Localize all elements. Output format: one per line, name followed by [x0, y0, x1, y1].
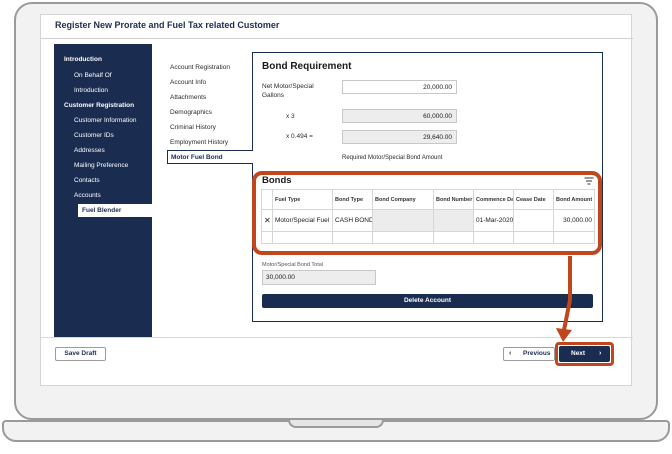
nav-item-introduction[interactable]: Introduction [74, 87, 108, 94]
title-divider [41, 38, 633, 39]
app-screen: Register New Prorate and Fuel Tax relate… [40, 14, 633, 386]
net-gallons-input[interactable]: 20,000.00 [342, 80, 457, 94]
rate-value: 29,640.00 [342, 130, 457, 144]
bond-requirement-heading: Bond Requirement [262, 61, 352, 72]
cell-bond-company [372, 209, 434, 232]
subnav-demographics[interactable]: Demographics [170, 109, 212, 116]
cell-bond-amount: 30,000.00 [553, 209, 595, 232]
column-header-bond-amount[interactable]: Bond Amount [553, 189, 595, 210]
empty-cell [261, 231, 273, 244]
empty-cell [332, 231, 373, 244]
bond-total-value: 30,000.00 [262, 270, 376, 285]
delete-account-button[interactable]: Delete Account [262, 294, 593, 308]
footer-divider [41, 337, 633, 338]
tab-join [252, 151, 254, 163]
column-header-remove [261, 189, 273, 210]
bonds-table: Fuel Type Bond Type Bond Company Bond Nu… [261, 189, 595, 244]
previous-button-label: Previous [523, 350, 551, 357]
empty-cell [473, 231, 514, 244]
filter-icon[interactable] [584, 177, 594, 185]
next-button-label: Next [571, 350, 586, 357]
subnav-motor-fuel-bond-label: Motor Fuel Bond [171, 154, 223, 161]
column-header-cease-date[interactable]: Cease Date [513, 189, 554, 210]
nav-item-customer-information[interactable]: Customer Information [74, 117, 137, 124]
nav-item-addresses[interactable]: Addresses [74, 147, 105, 154]
subnav-attachments[interactable]: Attachments [170, 94, 206, 101]
chevron-right-icon: › [599, 350, 602, 357]
rate-label: x 0.494 = [286, 133, 313, 140]
required-bond-amount-label: Required Motor/Special Bond Amount [342, 155, 443, 161]
nav-item-fuel-blender[interactable]: Fuel Blender [78, 204, 152, 217]
previous-button[interactable]: ‹ Previous [503, 347, 555, 361]
column-header-bond-type[interactable]: Bond Type [332, 189, 373, 210]
cell-cease-date [513, 209, 554, 232]
subnav-account-info[interactable]: Account Info [170, 79, 206, 86]
save-draft-button[interactable]: Save Draft [55, 347, 106, 361]
subnav-account-registration[interactable]: Account Registration [170, 64, 230, 71]
multiplier-value: 60,000.00 [342, 109, 457, 123]
nav-item-accounts[interactable]: Accounts [74, 192, 101, 199]
column-header-bond-number[interactable]: Bond Number [433, 189, 474, 210]
subnav-employment-history[interactable]: Employment History [170, 139, 228, 146]
nav-item-fuel-blender-label: Fuel Blender [82, 207, 122, 214]
subnav-criminal-history[interactable]: Criminal History [170, 124, 216, 131]
empty-cell [513, 231, 554, 244]
nav-item-contacts[interactable]: Contacts [74, 177, 100, 184]
cell-bond-number [433, 209, 474, 232]
bonds-title: Bonds [262, 175, 292, 186]
nav-section-customer-registration: Customer Registration [64, 102, 135, 109]
nav-item-mailing-preference[interactable]: Mailing Preference [74, 162, 128, 169]
cell-commence-date: 01-Mar-2020 [473, 209, 514, 232]
empty-cell [433, 231, 474, 244]
net-gallons-label: Net Motor/Special Gallons [262, 83, 314, 99]
column-header-commence-date[interactable]: Commence Date [473, 189, 514, 210]
table-row: ✕ Motor/Special Fuel CASH BOND 01-Mar-20… [261, 209, 595, 232]
nav-section-introduction: Introduction [64, 56, 102, 63]
laptop-notch [288, 420, 384, 428]
page-title: Register New Prorate and Fuel Tax relate… [55, 20, 280, 30]
empty-cell [372, 231, 434, 244]
table-row-empty [261, 231, 595, 244]
column-header-fuel-type[interactable]: Fuel Type [272, 189, 333, 210]
multiplier-label: x 3 [286, 113, 295, 120]
chevron-left-icon: ‹ [509, 350, 512, 357]
cell-fuel-type: Motor/Special Fuel [272, 209, 333, 232]
empty-cell [272, 231, 333, 244]
nav-item-customer-ids[interactable]: Customer IDs [74, 132, 114, 139]
empty-cell [553, 231, 595, 244]
remove-row-icon[interactable]: ✕ [261, 209, 273, 232]
cell-bond-type: CASH BOND [332, 209, 373, 232]
bond-total-label: Motor/Special Bond Total [262, 262, 324, 268]
subnav-motor-fuel-bond[interactable]: Motor Fuel Bond [167, 150, 253, 164]
bonds-header-row: Fuel Type Bond Type Bond Company Bond Nu… [261, 189, 595, 210]
column-header-bond-company[interactable]: Bond Company [372, 189, 434, 210]
left-nav: Introduction On Behalf Of Introduction C… [54, 44, 152, 338]
nav-item-on-behalf-of[interactable]: On Behalf Of [74, 72, 112, 79]
next-button[interactable]: Next › [559, 346, 610, 362]
